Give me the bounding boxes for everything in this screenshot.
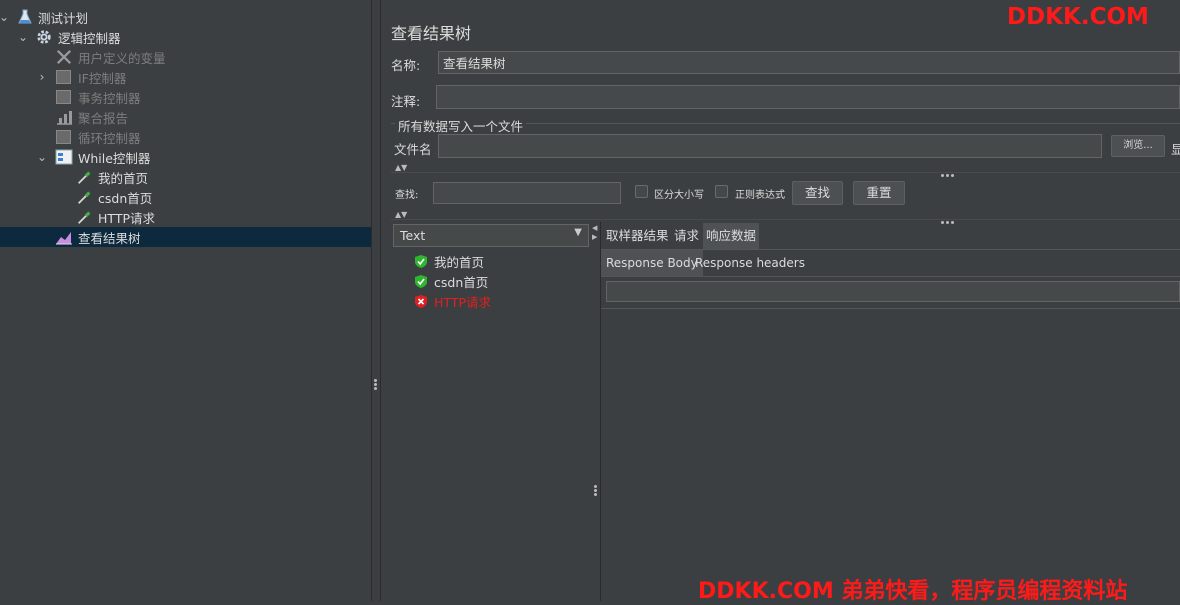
tree-item-label: 查看结果树 — [78, 230, 141, 246]
test-plan-tree[interactable]: ⌄ 测试计划 ⌄ 逻辑控制器 用户定义的变量 › IF控制器 事务控制器 聚合报… — [0, 0, 372, 601]
tab-response-data[interactable]: 响应数据 — [703, 223, 760, 249]
regex-label: 正则表达式 — [735, 190, 785, 201]
result-item-label: HTTP请求 — [434, 295, 491, 310]
tree-item-label: 逻辑控制器 — [58, 30, 121, 46]
chevron-down-icon[interactable]: ⌄ — [16, 30, 30, 44]
while-icon — [55, 149, 73, 165]
tree-item-my-homepage[interactable]: 我的首页 — [0, 167, 371, 187]
controller-box-icon — [56, 70, 71, 84]
success-shield-icon — [415, 255, 427, 268]
result-item[interactable]: 我的首页 — [414, 252, 484, 271]
name-label: 名称: — [391, 58, 421, 73]
tree-item-user-variables[interactable]: 用户定义的变量 — [0, 47, 371, 67]
collapse-arrows-icon[interactable]: ◀ ▶ — [592, 224, 597, 242]
dropdown-arrow-icon[interactable]: ▼ — [574, 227, 582, 238]
watermark-top: DDKK.COM — [1007, 4, 1149, 30]
tree-item-while-controller[interactable]: ⌄ While控制器 — [0, 147, 371, 167]
splitter-handle-icon[interactable] — [594, 484, 597, 497]
tree-item-view-results-tree[interactable]: 查看结果树 — [0, 227, 371, 247]
controller-box-icon — [56, 90, 71, 104]
tree-item-label: csdn首页 — [98, 190, 153, 206]
collapse-arrows-icon[interactable]: ▲▼ — [395, 163, 407, 172]
result-item-label: 我的首页 — [434, 255, 485, 270]
result-item-label: csdn首页 — [434, 275, 489, 290]
find-button[interactable]: 查找 — [792, 181, 843, 205]
filename-field[interactable] — [438, 134, 1102, 158]
regex-checkbox[interactable] — [715, 185, 728, 198]
content-divider — [601, 308, 1180, 309]
tree-item-logic-controller[interactable]: ⌄ 逻辑控制器 — [0, 27, 371, 47]
tree-item-http-request[interactable]: HTTP请求 — [0, 207, 371, 227]
splitter-handle-icon[interactable] — [374, 378, 377, 391]
tree-item-label: IF控制器 — [78, 70, 127, 86]
tab-response-body[interactable]: Response Body — [601, 250, 703, 276]
gear-icon — [37, 30, 51, 44]
tree-item-csdn-homepage[interactable]: csdn首页 — [0, 187, 371, 207]
comment-field[interactable] — [436, 85, 1180, 109]
result-item[interactable]: HTTP请求 — [414, 292, 491, 311]
results-splitter[interactable]: ◀ ▶ — [591, 222, 601, 601]
tree-item-label: 测试计划 — [38, 10, 89, 26]
tree-item-aggregate-report[interactable]: 聚合报告 — [0, 107, 371, 127]
tab-request[interactable]: 请求 — [671, 223, 702, 249]
file-section-title: 所有数据写入一个文件 — [395, 116, 527, 135]
error-shield-icon — [415, 295, 427, 308]
tree-item-transaction-controller[interactable]: 事务控制器 — [0, 87, 371, 107]
tree-item-label: 事务控制器 — [78, 90, 141, 106]
renderer-select[interactable]: Text ▼ — [393, 224, 589, 247]
case-sensitive-label: 区分大小写 — [654, 190, 704, 201]
view-results-tree-panel: 查看结果树 名称: 注释: 所有数据写入一个文件 文件名 浏览... 显 ▲▼ … — [381, 0, 1180, 601]
success-shield-icon — [415, 275, 427, 288]
pipette-icon — [78, 171, 91, 184]
tree-item-if-controller[interactable]: › IF控制器 — [0, 67, 371, 87]
reset-button[interactable]: 重置 — [853, 181, 905, 205]
tree-item-label: 我的首页 — [98, 170, 149, 186]
splitter-handle-icon[interactable] — [940, 213, 955, 227]
browse-button[interactable]: 浏览... — [1111, 135, 1165, 157]
pipette-icon — [78, 191, 91, 204]
search-input[interactable] — [433, 182, 621, 204]
tree-item-label: 聚合报告 — [78, 110, 129, 126]
flask-icon — [18, 9, 32, 24]
filename-label: 文件名 — [394, 142, 432, 157]
tree-item-label: 用户定义的变量 — [78, 50, 166, 66]
horizontal-splitter[interactable] — [391, 172, 1180, 173]
page-title: 查看结果树 — [391, 24, 472, 43]
display-truncated-label: 显 — [1171, 142, 1180, 157]
tree-item-test-plan[interactable]: ⌄ 测试计划 — [0, 7, 371, 27]
pipette-icon — [78, 211, 91, 224]
tab-divider — [601, 276, 1180, 277]
tree-item-loop-controller[interactable]: 循环控制器 — [0, 127, 371, 147]
watermark-bottom: DDKK.COM 弟弟快看，程序员编程资料站 — [698, 579, 1128, 604]
result-tree-icon — [56, 232, 72, 245]
response-search-field[interactable] — [606, 281, 1180, 302]
case-sensitive-checkbox[interactable] — [635, 185, 648, 198]
chevron-right-icon[interactable]: › — [35, 70, 49, 84]
wrench-icon — [56, 49, 72, 65]
tree-item-label: While控制器 — [78, 150, 151, 166]
chart-icon — [57, 111, 72, 125]
chevron-down-icon[interactable]: ⌄ — [0, 10, 11, 24]
name-field[interactable] — [438, 51, 1180, 74]
collapse-arrows-icon[interactable]: ▲▼ — [395, 210, 407, 219]
vertical-splitter[interactable] — [372, 0, 381, 601]
chevron-down-icon[interactable]: ⌄ — [35, 150, 49, 164]
search-label: 查找: — [395, 190, 419, 201]
result-item[interactable]: csdn首页 — [414, 272, 488, 291]
tree-item-label: 循环控制器 — [78, 130, 141, 146]
controller-box-icon — [56, 130, 71, 144]
horizontal-splitter[interactable] — [391, 219, 1180, 220]
renderer-selected-value: Text — [400, 228, 426, 243]
tab-sampler-result[interactable]: 取样器结果 — [603, 223, 672, 249]
comment-label: 注释: — [391, 94, 421, 109]
tab-response-headers[interactable]: Response headers — [690, 250, 810, 276]
tree-item-label: HTTP请求 — [98, 210, 155, 226]
splitter-handle-icon[interactable] — [940, 166, 955, 180]
